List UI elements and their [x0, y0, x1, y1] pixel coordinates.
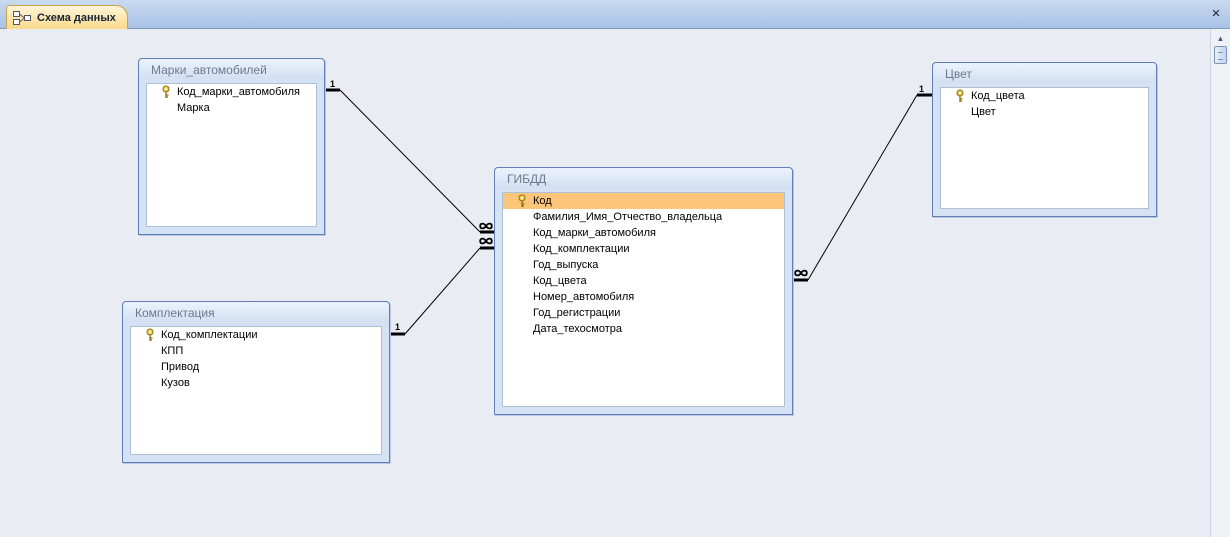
relationship-komplektaciya-gibdd[interactable] — [389, 246, 495, 336]
field-row[interactable]: Дата_техосмотра — [503, 321, 784, 337]
infinity-icon — [479, 237, 493, 245]
field-row[interactable]: Код_цвета — [941, 88, 1148, 104]
field-list: Код_марки_автомобиля Марка — [146, 83, 317, 227]
table-marki[interactable]: Марки_автомобилей Код_марки_автомобиля М… — [138, 58, 325, 235]
field-name: Дата_техосмотра — [533, 323, 622, 335]
cardinality-one-label: 1 — [919, 84, 925, 94]
primary-key-icon — [518, 194, 526, 207]
field-name: Фамилия_Имя_Отчество_владельца — [533, 211, 723, 223]
table-title[interactable]: Комплектация — [123, 302, 389, 322]
field-name: Код_цвета — [533, 275, 587, 287]
primary-key-icon — [162, 85, 170, 98]
field-row[interactable]: Код_комплектации — [503, 241, 784, 257]
field-name: Год_выпуска — [533, 259, 599, 271]
field-list: Код_цвета Цвет — [940, 87, 1149, 209]
primary-key-icon — [146, 328, 154, 341]
field-row[interactable]: Номер_автомобиля — [503, 289, 784, 305]
field-row[interactable]: Год_регистрации — [503, 305, 784, 321]
field-row[interactable]: Код_цвета — [503, 273, 784, 289]
field-name: Код — [533, 195, 552, 207]
field-row[interactable]: Код_комплектации — [131, 327, 381, 343]
field-row[interactable]: Кузов — [131, 375, 381, 391]
field-row[interactable]: Привод — [131, 359, 381, 375]
table-komplektaciya[interactable]: Комплектация Код_комплектации КПП Привод… — [122, 301, 390, 463]
table-gibdd[interactable]: ГИБДД Код Фамилия_Имя_Отчество_владельца… — [494, 167, 793, 415]
table-title[interactable]: ГИБДД — [495, 168, 792, 188]
table-cvet[interactable]: Цвет Код_цвета Цвет — [932, 62, 1157, 217]
field-name: Марка — [177, 102, 210, 114]
field-name: Код_цвета — [971, 90, 1025, 102]
field-row[interactable]: Год_выпуска — [503, 257, 784, 273]
field-row[interactable]: КПП — [131, 343, 381, 359]
field-name: Год_регистрации — [533, 307, 621, 319]
field-name: Код_марки_автомобиля — [177, 86, 300, 98]
relationship-marki-gibdd[interactable] — [324, 88, 495, 234]
table-title[interactable]: Марки_автомобилей — [139, 59, 324, 79]
field-row-selected[interactable]: Код — [503, 193, 784, 209]
field-row[interactable]: Код_марки_автомобиля — [147, 84, 316, 100]
infinity-icon — [794, 269, 808, 277]
field-list: Код_комплектации КПП Привод Кузов — [130, 326, 382, 455]
field-name: Код_марки_автомобиля — [533, 227, 656, 239]
field-name: Привод — [161, 361, 200, 373]
field-name: Кузов — [161, 377, 190, 389]
field-name: Код_комплектации — [161, 329, 258, 341]
field-name: Номер_автомобиля — [533, 291, 635, 303]
field-name: Код_комплектации — [533, 243, 630, 255]
field-list: Код Фамилия_Имя_Отчество_владельца Код_м… — [502, 192, 785, 407]
field-row[interactable]: Код_марки_автомобиля — [503, 225, 784, 241]
cardinality-one-label: 1 — [330, 79, 336, 89]
field-row[interactable]: Фамилия_Имя_Отчество_владельца — [503, 209, 784, 225]
field-name: Цвет — [971, 106, 996, 118]
infinity-icon — [479, 222, 493, 230]
field-row[interactable]: Цвет — [941, 104, 1148, 120]
primary-key-icon — [956, 89, 964, 102]
table-title[interactable]: Цвет — [933, 63, 1156, 83]
relationship-cvet-gibdd[interactable] — [792, 93, 933, 282]
cardinality-one-label: 1 — [395, 322, 401, 332]
field-row[interactable]: Марка — [147, 100, 316, 116]
field-name: КПП — [161, 345, 184, 357]
